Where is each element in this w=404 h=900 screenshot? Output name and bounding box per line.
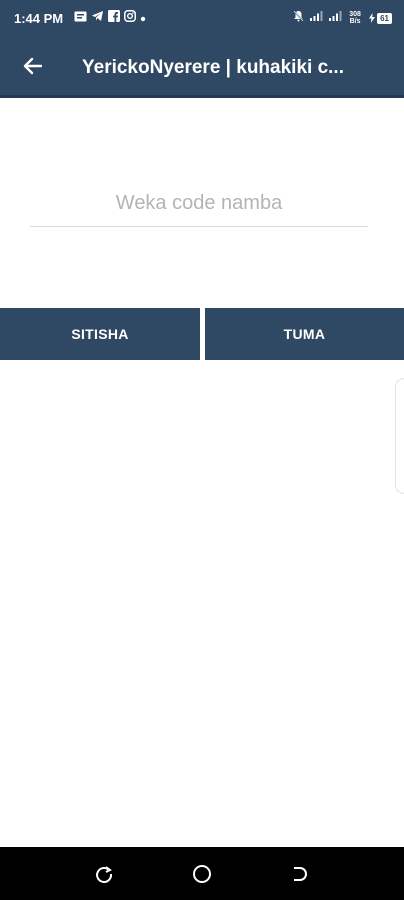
code-input[interactable] (30, 180, 368, 227)
back-icon (294, 867, 307, 881)
recents-button[interactable] (92, 863, 116, 885)
home-button[interactable] (190, 863, 214, 885)
back-button[interactable] (16, 50, 48, 82)
side-panel-handle[interactable] (395, 378, 404, 494)
telegram-icon (91, 9, 104, 27)
status-bar: 1:44 PM 308 B/s 61 (0, 0, 404, 36)
recents-icon (96, 866, 113, 883)
signal-icon (328, 9, 342, 27)
arrow-left-icon (23, 57, 42, 75)
status-time: 1:44 PM (14, 11, 64, 26)
notification-icons (74, 9, 146, 27)
cancel-button[interactable]: SITISHA (0, 308, 200, 360)
mute-icon (293, 9, 304, 27)
message-icon (74, 9, 87, 27)
facebook-icon (108, 9, 120, 27)
navigation-bar (0, 847, 404, 900)
system-icons: 308 B/s 61 (293, 9, 392, 27)
page-title: YerickoNyerere | kuhakiki c... (82, 57, 344, 78)
submit-button[interactable]: TUMA (205, 308, 404, 360)
app-bar: YerickoNyerere | kuhakiki c... (0, 36, 404, 98)
home-icon (193, 865, 211, 883)
network-speed-icon: 308 B/s (349, 11, 361, 25)
instagram-icon (124, 9, 136, 27)
signal-icon (309, 9, 323, 27)
battery-icon: 61 (368, 12, 392, 24)
back-nav-button[interactable] (287, 863, 311, 885)
dot-icon (140, 9, 146, 27)
